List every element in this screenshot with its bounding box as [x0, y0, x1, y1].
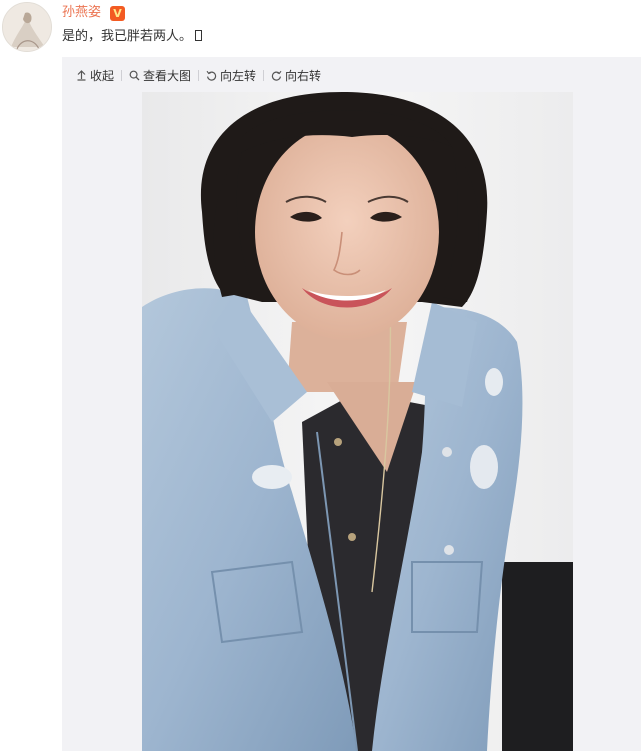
rotate-right-button[interactable]: 向右转 — [271, 65, 321, 85]
collapse-button[interactable]: 收起 — [76, 65, 114, 85]
author-name[interactable]: 孙燕姿 — [62, 5, 101, 21]
toolbar-divider — [263, 69, 265, 81]
toolbar-divider — [121, 69, 123, 81]
collapse-label: 收起 — [90, 68, 115, 83]
avatar[interactable] — [2, 2, 52, 52]
magnifier-icon — [129, 70, 140, 81]
weibo-post: 孙燕姿 V 是的，我已胖若两人。 收起 查看大图 向左转 向右转 — [0, 0, 641, 751]
rotate-right-icon — [271, 70, 282, 81]
post-text-content: 是的，我已胖若两人。 — [62, 29, 193, 44]
rotate-left-icon — [206, 70, 217, 81]
toolbar-divider — [198, 69, 200, 81]
view-large-button[interactable]: 查看大图 — [129, 65, 191, 85]
arrow-up-icon — [76, 69, 87, 81]
missing-emoji-box-icon — [195, 30, 203, 41]
media-expanded-box: 收起 查看大图 向左转 向右转 — [62, 57, 641, 751]
view-large-label: 查看大图 — [143, 68, 192, 83]
image-toolbar: 收起 查看大图 向左转 向右转 — [62, 57, 641, 93]
verified-badge-icon: V — [110, 6, 125, 21]
rotate-left-button[interactable]: 向左转 — [206, 65, 256, 85]
rotate-left-label: 向左转 — [220, 68, 257, 83]
post-text: 是的，我已胖若两人。 — [62, 28, 203, 46]
rotate-right-label: 向右转 — [285, 68, 322, 83]
post-photo[interactable] — [142, 92, 573, 751]
